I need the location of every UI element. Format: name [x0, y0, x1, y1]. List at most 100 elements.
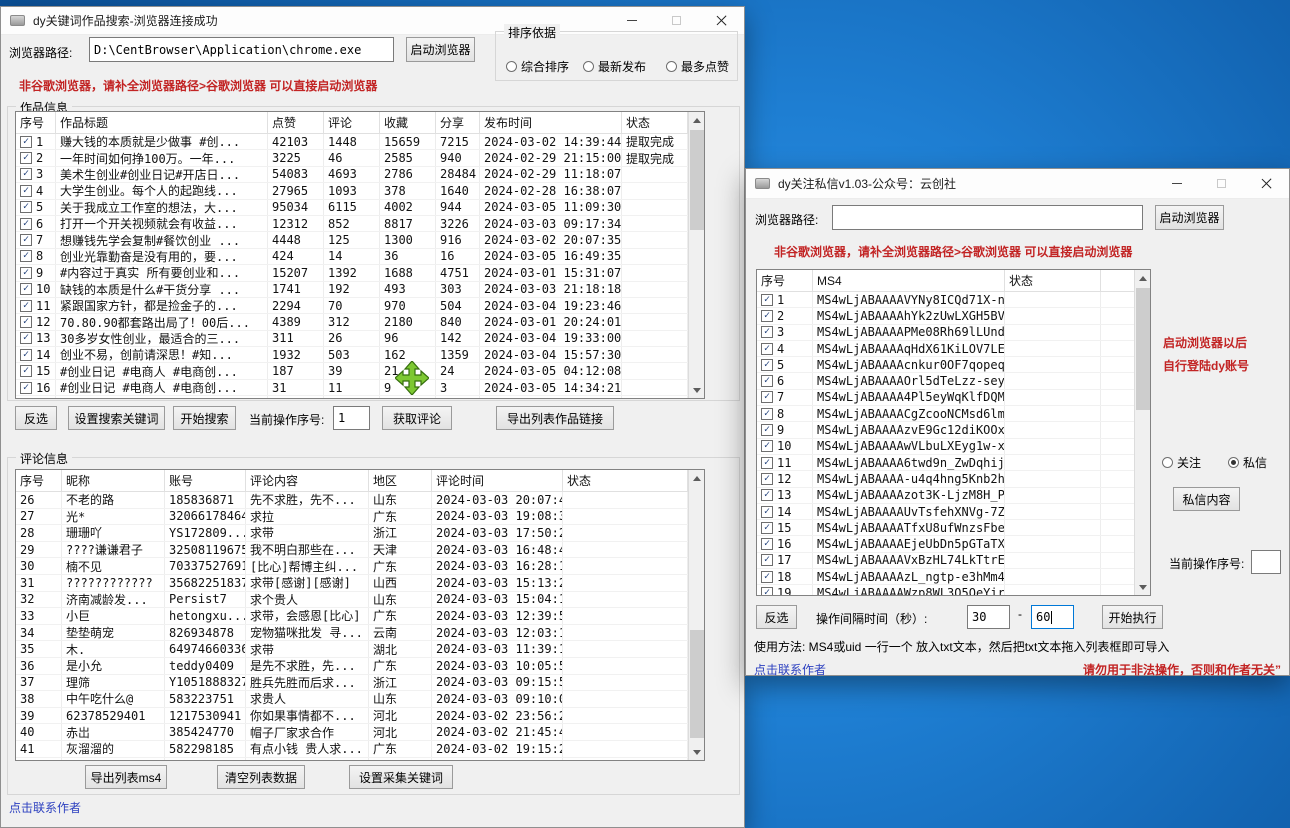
table-row[interactable]: ✓11MS4wLjABAAAA6twd9n_ZwDqhij...	[757, 455, 1134, 471]
table-row[interactable]: 38中午吃什么@583223751求贵人山东2024-03-03 09:10:0…	[16, 691, 688, 708]
row-checkbox[interactable]: ✓	[761, 522, 773, 534]
interval-max-input[interactable]: 60	[1031, 605, 1074, 629]
table-row[interactable]: 27光*32066178464求拉广东2024-03-03 19:08:30	[16, 509, 688, 526]
column-header[interactable]: 地区	[369, 470, 432, 491]
table-row[interactable]: ✓5关于我成立工作室的想法，大...95034611540029442024-0…	[16, 200, 688, 216]
row-checkbox[interactable]: ✓	[761, 489, 773, 501]
launch-browser-button[interactable]: 启动浏览器	[1155, 205, 1224, 230]
scroll-down-icon[interactable]	[689, 382, 705, 398]
column-header[interactable]: 收藏	[380, 112, 436, 133]
maximize-button[interactable]	[1199, 169, 1244, 198]
table-row[interactable]: ✓15#创业日记 #电商人 #电商创...1873921242024-03-05…	[16, 363, 688, 379]
table-row[interactable]: 41灰溜溜的582298185有点小钱 贵人求...广东2024-03-02 1…	[16, 741, 688, 758]
column-header[interactable]: 点赞	[268, 112, 324, 133]
minimize-button[interactable]	[1154, 169, 1199, 198]
row-checkbox[interactable]: ✓	[761, 457, 773, 469]
table-row[interactable]: ✓18MS4wLjABAAAAzL_ngtp-e3hMm4...	[757, 569, 1134, 585]
row-checkbox[interactable]: ✓	[20, 250, 32, 262]
table-row[interactable]: 26不老的路185836871先不求胜，先不...山东2024-03-03 20…	[16, 492, 688, 509]
table-row[interactable]: ✓3美术生创业#创业日记#开店日...540834693278628484202…	[16, 167, 688, 183]
row-checkbox[interactable]: ✓	[20, 349, 32, 361]
row-checkbox[interactable]: ✓	[20, 267, 32, 279]
table-row[interactable]: 36是小允teddy0409是先不求胜，先...广东2024-03-03 10:…	[16, 658, 688, 675]
table-row[interactable]: 39623785294011217530941你如果事情都不...河北2024-…	[16, 708, 688, 725]
table-row[interactable]: ✓7想赚钱先学会复制#餐饮创业 ...444812513009162024-03…	[16, 232, 688, 248]
table-row[interactable]: ✓1330多岁女性创业，最适合的三...31126961422024-03-04…	[16, 331, 688, 347]
radio-follow[interactable]: 关注	[1162, 454, 1201, 471]
right-contact-author-link[interactable]: 点击联系作者	[754, 661, 826, 678]
table-row[interactable]: ✓3MS4wLjABAAAAPMe08Rh69lLUnd...	[757, 325, 1134, 341]
scroll-down-icon[interactable]	[1135, 579, 1151, 595]
column-header[interactable]: MS4	[813, 270, 1005, 291]
table-row[interactable]: 28珊珊吖YS172809...求带浙江2024-03-03 17:50:20	[16, 525, 688, 542]
clear-list-button[interactable]: 清空列表数据	[217, 765, 305, 789]
table-row[interactable]: 40赤岀385424770帽子厂家求合作河北2024-03-02 21:45:4…	[16, 724, 688, 741]
table-row[interactable]: 30楠不见70337527691[比心]帮博主纠...广东2024-03-03 …	[16, 558, 688, 575]
row-checkbox[interactable]: ✓	[761, 359, 773, 371]
table-row[interactable]: ✓1MS4wLjABAAAAVYNy8ICQd71X-n...	[757, 292, 1134, 308]
radio-sort-most-liked[interactable]: 最多点赞	[666, 58, 729, 75]
row-checkbox[interactable]: ✓	[20, 218, 32, 230]
column-header[interactable]: 状态	[622, 112, 688, 133]
scroll-down-icon[interactable]	[689, 744, 705, 760]
table-row[interactable]: ✓7MS4wLjABAAAA4Pl5eyWqKlfDQM...	[757, 390, 1134, 406]
table-row[interactable]: ✓19MS4wLjABAAAAWzp8WL3O5OeYir...	[757, 585, 1134, 596]
export-ms4-button[interactable]: 导出列表ms4	[85, 765, 167, 789]
close-button[interactable]	[699, 7, 744, 34]
row-checkbox[interactable]: ✓	[761, 538, 773, 550]
table-row[interactable]: 34垫垫萌宠826934878宠物猫咪批发 寻...云南2024-03-03 1…	[16, 625, 688, 642]
current-index-input[interactable]	[1251, 550, 1281, 574]
table-row[interactable]	[16, 396, 688, 399]
row-checkbox[interactable]: ✓	[20, 283, 32, 295]
table-row[interactable]: 32济南减龄发...Persist7求个贵人山东2024-03-03 15:04…	[16, 592, 688, 609]
column-header[interactable]: 序号	[16, 112, 56, 133]
column-header[interactable]: 状态	[563, 470, 688, 491]
export-links-button[interactable]: 导出列表作品链接	[496, 406, 614, 430]
row-checkbox[interactable]: ✓	[20, 201, 32, 213]
table-row[interactable]	[16, 758, 688, 762]
comments-scroll-thumb[interactable]	[690, 630, 704, 738]
row-checkbox[interactable]: ✓	[20, 316, 32, 328]
table-row[interactable]: ✓5MS4wLjABAAAAcnkur0OF7qopeq...	[757, 357, 1134, 373]
column-header[interactable]: 状态	[1005, 270, 1101, 291]
table-row[interactable]: ✓16#创业日记 #电商人 #电商创...3111932024-03-05 14…	[16, 380, 688, 396]
column-header[interactable]: 分享	[436, 112, 480, 133]
column-header[interactable]: 序号	[16, 470, 62, 491]
row-checkbox[interactable]: ✓	[20, 168, 32, 180]
table-row[interactable]: 29????谦谦君子32508119675我不明白那些在...天津2024-03…	[16, 542, 688, 559]
table-row[interactable]: ✓11紧跟国家方针，都是捡金子的...2294709705042024-03-0…	[16, 298, 688, 314]
browser-path-input[interactable]: D:\CentBrowser\Application\chrome.exe	[89, 37, 394, 62]
browser-path-input[interactable]	[832, 205, 1143, 230]
row-checkbox[interactable]: ✓	[20, 382, 32, 394]
ms4-scrollbar[interactable]	[1134, 270, 1150, 595]
table-row[interactable]: ✓9#内容过于真实 所有要创业和...152071392168847512024…	[16, 265, 688, 281]
start-search-button[interactable]: 开始搜索	[173, 406, 236, 430]
row-checkbox[interactable]: ✓	[761, 554, 773, 566]
row-checkbox[interactable]: ✓	[761, 506, 773, 518]
row-checkbox[interactable]: ✓	[761, 391, 773, 403]
row-checkbox[interactable]: ✓	[761, 587, 773, 596]
scroll-up-icon[interactable]	[689, 112, 705, 128]
row-checkbox[interactable]: ✓	[20, 136, 32, 148]
table-row[interactable]: ✓8MS4wLjABAAAACgZcooNCMsd6lm...	[757, 406, 1134, 422]
row-checkbox[interactable]: ✓	[20, 185, 32, 197]
table-row[interactable]: ✓15MS4wLjABAAAATfxU8ufWnzsFbe...	[757, 520, 1134, 536]
row-checkbox[interactable]: ✓	[761, 408, 773, 420]
row-checkbox[interactable]: ✓	[20, 332, 32, 344]
row-checkbox[interactable]: ✓	[761, 571, 773, 583]
row-checkbox[interactable]: ✓	[761, 440, 773, 452]
table-row[interactable]: ✓6打开一个开关视频就会有收益...12312852881732262024-0…	[16, 216, 688, 232]
set-collect-keywords-button[interactable]: 设置采集关键词	[349, 765, 453, 789]
row-checkbox[interactable]: ✓	[761, 294, 773, 306]
table-row[interactable]: ✓4MS4wLjABAAAAqHdX61KiLOV7LE...	[757, 341, 1134, 357]
invert-selection-button[interactable]: 反选	[15, 406, 57, 430]
get-comments-button[interactable]: 获取评论	[382, 406, 452, 430]
table-row[interactable]: ✓2一年时间如何挣100万。一年...32254625859402024-02-…	[16, 150, 688, 166]
table-row[interactable]: ✓13MS4wLjABAAAAzot3K-LjzM8H_P...	[757, 488, 1134, 504]
column-header[interactable]: 评论内容	[246, 470, 369, 491]
table-row[interactable]: ✓2MS4wLjABAAAAhYk2zUwLXGH5BV...	[757, 308, 1134, 324]
row-checkbox[interactable]: ✓	[761, 343, 773, 355]
row-checkbox[interactable]: ✓	[761, 310, 773, 322]
column-header[interactable]: 账号	[165, 470, 246, 491]
row-checkbox[interactable]: ✓	[761, 424, 773, 436]
